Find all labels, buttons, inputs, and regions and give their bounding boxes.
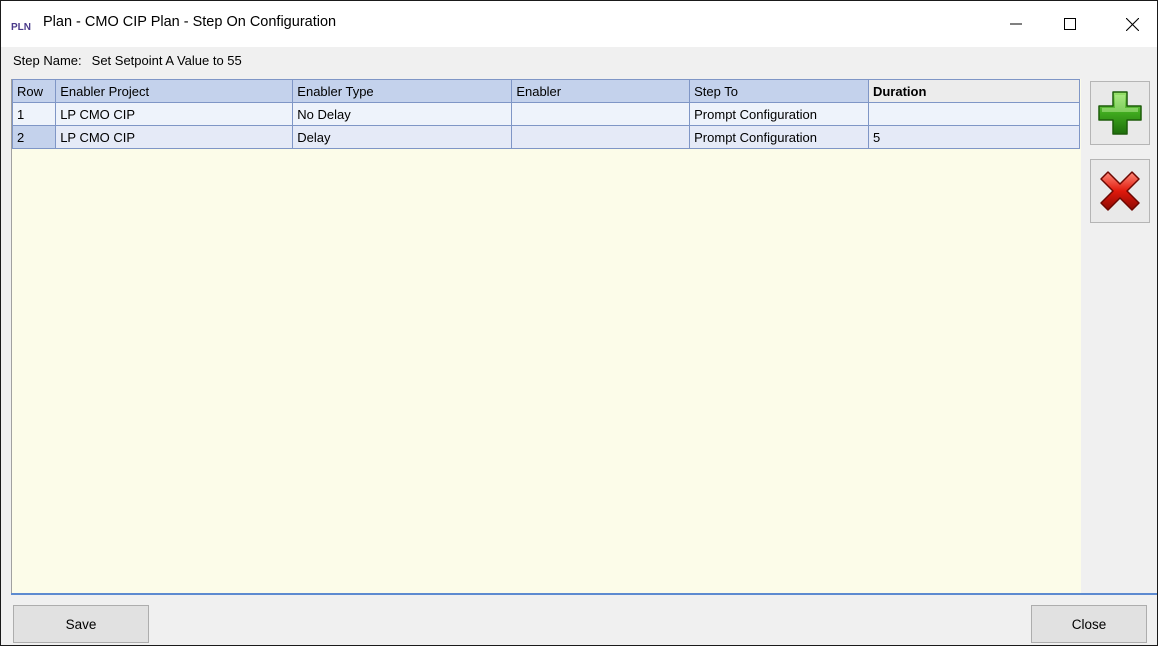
- footer: Save Close: [1, 595, 1157, 645]
- step-name-label: Step Name:: [13, 53, 82, 68]
- duration-cell[interactable]: 5: [867, 125, 1081, 149]
- column-header-duration[interactable]: Duration: [867, 79, 1081, 103]
- minimize-button[interactable]: [993, 1, 1039, 47]
- close-button[interactable]: Close: [1031, 605, 1147, 643]
- title-bar[interactable]: PLN Plan - CMO CIP Plan - Step On Config…: [1, 1, 1157, 47]
- green-plus-icon: [1098, 91, 1142, 135]
- close-icon: [1125, 17, 1139, 31]
- maximize-button[interactable]: [1047, 1, 1093, 47]
- enabler-cell[interactable]: [511, 102, 691, 126]
- duration-cell[interactable]: [867, 102, 1081, 126]
- app-icon: PLN: [11, 22, 31, 33]
- step-to-cell[interactable]: Prompt Configuration: [689, 102, 869, 126]
- enabler-type-cell[interactable]: Delay: [292, 125, 513, 149]
- row-number-cell[interactable]: 1: [11, 102, 57, 126]
- enabler-project-cell[interactable]: LP CMO CIP: [55, 102, 294, 126]
- table-row[interactable]: 2 LP CMO CIP Delay Prompt Configuration …: [11, 125, 1081, 149]
- red-x-icon: [1100, 171, 1140, 211]
- window-title: Plan - CMO CIP Plan - Step On Configurat…: [43, 14, 337, 30]
- minimize-icon: [1010, 23, 1022, 25]
- column-header-enabler-project[interactable]: Enabler Project: [55, 79, 294, 103]
- column-header-enabler[interactable]: Enabler: [511, 79, 691, 103]
- step-to-cell[interactable]: Prompt Configuration: [689, 125, 869, 149]
- maximize-icon: [1064, 18, 1076, 30]
- enabler-table: Row Enabler Project Enabler Type Enabler…: [11, 79, 1081, 149]
- svg-text:PLN: PLN: [11, 22, 31, 33]
- delete-row-button[interactable]: [1090, 159, 1150, 223]
- row-number-cell[interactable]: 2: [11, 125, 57, 149]
- step-name-value: Set Setpoint A Value to 55: [91, 53, 242, 68]
- add-row-button[interactable]: [1090, 81, 1150, 145]
- close-window-button[interactable]: [1109, 1, 1155, 47]
- enabler-type-cell[interactable]: No Delay: [292, 102, 513, 126]
- table-header-row: Row Enabler Project Enabler Type Enabler…: [11, 79, 1081, 103]
- save-button[interactable]: Save: [13, 605, 149, 643]
- enabler-cell[interactable]: [511, 125, 691, 149]
- column-header-enabler-type[interactable]: Enabler Type: [292, 79, 513, 103]
- step-name: Step Name: Set Setpoint A Value to 55: [13, 53, 242, 68]
- column-header-step-to[interactable]: Step To: [689, 79, 869, 103]
- side-toolbar: [1081, 79, 1157, 593]
- table-row[interactable]: 1 LP CMO CIP No Delay Prompt Configurati…: [11, 102, 1081, 126]
- enabler-grid[interactable]: Row Enabler Project Enabler Type Enabler…: [11, 79, 1082, 593]
- dialog-window: PLN Plan - CMO CIP Plan - Step On Config…: [0, 0, 1158, 646]
- column-header-row[interactable]: Row: [11, 79, 57, 103]
- enabler-project-cell[interactable]: LP CMO CIP: [55, 125, 294, 149]
